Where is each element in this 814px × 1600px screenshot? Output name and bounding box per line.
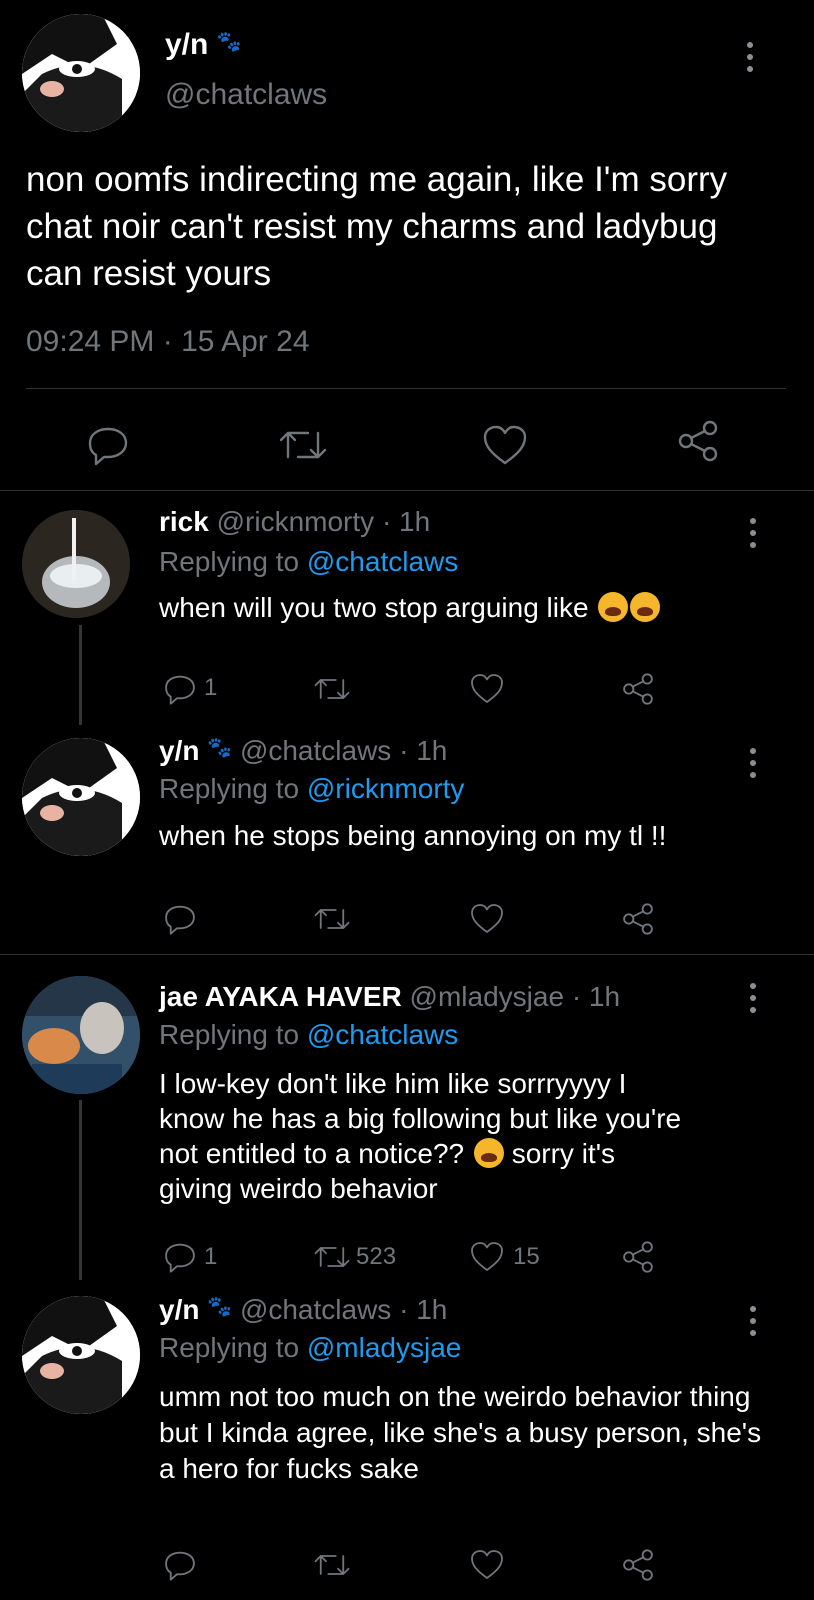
paw-icon: 🐾 [216,31,242,53]
more-icon[interactable] [749,1306,757,1336]
retweet-icon[interactable] [313,904,351,934]
display-name[interactable]: y/n [159,735,199,766]
reply-icon[interactable] [163,902,197,936]
display-name[interactable]: jae AYAKA HAVER [159,981,402,1012]
paw-icon: 🐾 [207,737,233,759]
replying-to: Replying to @chatclaws [159,1019,458,1051]
mention-link[interactable]: @ricknmorty [307,773,465,804]
reply-time: · 1h [399,1294,448,1325]
user-handle[interactable]: @chatclaws [240,1294,391,1325]
retweet-icon[interactable] [313,674,351,704]
avatar[interactable] [22,738,140,856]
replying-to: Replying to @chatclaws [159,546,458,578]
reply-text: when will you two stop arguing like [159,591,769,625]
paw-icon: 🐾 [207,1296,233,1318]
share-icon[interactable] [621,1548,655,1582]
replying-label: Replying to [159,546,300,577]
divider [0,954,814,955]
display-name[interactable]: rick [159,506,209,537]
avatar[interactable] [22,14,140,132]
replying-label: Replying to [159,1019,300,1050]
like-count: 15 [513,1243,540,1270]
divider [0,490,814,491]
reply-header[interactable]: jae AYAKA HAVER @mladysjae · 1h [159,981,620,1013]
reply-text-part: not entitled to a notice?? [159,1138,465,1169]
reply-text-part: sorry it's [511,1138,616,1169]
user-handle[interactable]: @mladysjae [410,981,564,1012]
reply-header[interactable]: y/n 🐾 @chatclaws · 1h [159,735,447,767]
like-icon[interactable] [469,902,505,935]
tweet-text: non oomfs indirecting me again, like I'm… [26,160,728,293]
user-handle[interactable]: @chatclaws [240,735,391,766]
avatar[interactable] [22,976,140,1094]
avatar[interactable] [22,1296,140,1414]
display-name[interactable]: y/n 🐾 [165,28,242,62]
more-icon[interactable] [746,42,754,72]
reply-icon[interactable] [163,1240,197,1274]
mention-link[interactable]: @chatclaws [307,1019,458,1050]
retweet-icon[interactable] [278,425,328,465]
crying-emoji [473,1138,504,1168]
reply-count: 1 [204,1243,218,1270]
reply-icon[interactable] [86,423,130,467]
crying-emoji [598,592,629,622]
mention-link[interactable]: @chatclaws [307,546,458,577]
retweet-count: 523 [356,1243,397,1270]
replying-to: Replying to @ricknmorty [159,773,464,805]
replying-label: Replying to [159,773,300,804]
more-icon[interactable] [749,983,757,1013]
more-icon[interactable] [749,748,757,778]
share-icon[interactable] [621,902,655,936]
reply-text-line: giving weirdo behavior [159,1173,438,1204]
reply-text-content: when will you two stop arguing like [159,592,589,623]
user-handle[interactable]: @chatclaws [165,78,327,112]
like-icon[interactable] [469,672,505,705]
reply-time: · 1h [399,735,448,766]
like-icon[interactable] [469,1548,505,1581]
reply-count: 1 [204,674,218,701]
replying-label: Replying to [159,1332,300,1363]
retweet-icon[interactable] [313,1242,351,1272]
reply-text: I low-key don't like him like sorrryyyy … [159,1066,789,1206]
thread-line [79,1100,82,1280]
more-icon[interactable] [749,518,757,548]
thread-line [79,625,82,725]
reply-time: · 1h [571,981,621,1012]
reply-text-line: I low-key don't like him like sorrryyyy … [159,1068,627,1099]
reply-text: when he stops being annoying on my tl !! [159,820,667,851]
share-icon[interactable] [676,419,720,463]
reply-text: umm not too much on the weirdo behavior … [159,1381,762,1484]
reply-text-line: know he has a big following but like you… [159,1103,682,1134]
display-name[interactable]: y/n [159,1294,199,1325]
share-icon[interactable] [621,672,655,706]
reply-time: · 1h [381,506,431,537]
divider [26,388,786,389]
reply-header[interactable]: rick @ricknmorty · 1h [159,506,430,538]
avatar[interactable] [22,510,130,618]
crying-emoji [630,592,661,622]
share-icon[interactable] [621,1240,655,1274]
reply-text-line: not entitled to a notice?? sorry it's [159,1136,789,1171]
tweet-timestamp[interactable]: 09:24 PM · 15 Apr 24 [26,325,310,359]
user-handle[interactable]: @ricknmorty [217,506,375,537]
reply-icon[interactable] [163,1548,197,1582]
like-icon[interactable] [469,1240,505,1273]
retweet-icon[interactable] [313,1550,351,1580]
replying-to: Replying to @mladysjae [159,1332,461,1364]
like-icon[interactable] [481,423,529,467]
reply-header[interactable]: y/n 🐾 @chatclaws · 1h [159,1294,447,1326]
reply-icon[interactable] [163,672,197,706]
mention-link[interactable]: @mladysjae [307,1332,461,1363]
display-name-text: y/n [165,28,209,61]
